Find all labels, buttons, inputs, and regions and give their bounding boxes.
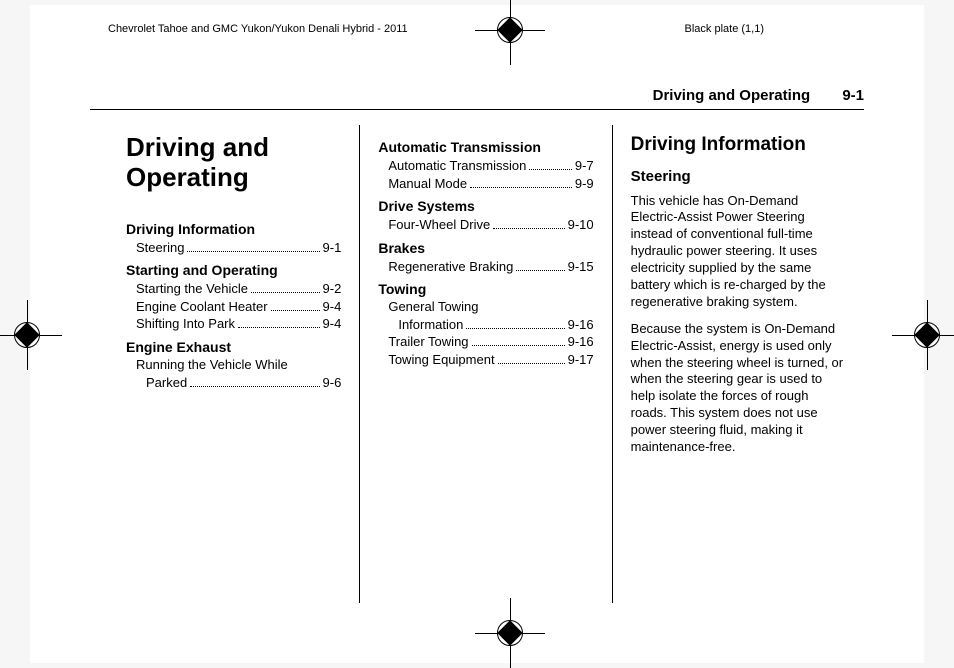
toc-entry-page: 9-6	[323, 375, 342, 392]
running-page: 9-1	[842, 87, 864, 104]
registration-mark-icon	[0, 300, 62, 370]
toc-entry-label: Engine Coolant Heater	[136, 299, 268, 316]
toc-entry: Automatic Transmission 9-7	[388, 158, 593, 175]
registration-mark-icon	[475, 598, 545, 668]
header-rule	[90, 109, 864, 110]
toc-entry: Four-Wheel Drive 9-10	[388, 217, 593, 234]
toc-entry-label: Starting the Vehicle	[136, 281, 248, 298]
toc-entry: Steering 9-1	[136, 240, 341, 257]
toc-entry: Parked 9-6	[146, 375, 341, 392]
toc-entry: Running the Vehicle While	[136, 357, 341, 374]
registration-mark-icon	[892, 300, 954, 370]
toc-entry-page: 9-4	[323, 299, 342, 316]
toc-entry-label: Information	[398, 317, 463, 334]
toc-entry: Regenerative Braking 9-15	[388, 259, 593, 276]
toc-entry-page: 9-4	[323, 316, 342, 333]
toc-entry-page: 9-17	[568, 352, 594, 369]
toc-entry: General Towing	[388, 299, 593, 316]
toc-entry-label: Automatic Transmission	[388, 158, 526, 175]
toc-entry-label: Towing Equipment	[388, 352, 494, 369]
subsection-heading: Steering	[631, 167, 846, 186]
toc-section-head: Engine Exhaust	[126, 339, 341, 357]
leader-dots	[470, 176, 572, 188]
sheet: Chevrolet Tahoe and GMC Yukon/Yukon Dena…	[30, 5, 924, 663]
leader-dots	[466, 317, 564, 329]
leader-dots	[271, 299, 320, 311]
toc-entry-label: Trailer Towing	[388, 334, 468, 351]
toc-entry-page: 9-10	[568, 217, 594, 234]
toc-entry-page: 9-15	[568, 259, 594, 276]
toc-entry-label: Parked	[146, 375, 187, 392]
toc-block: Driving InformationSteering 9-1 Starting a…	[126, 221, 341, 391]
toc-section-head: Brakes	[378, 240, 593, 258]
toc-entry-label: Regenerative Braking	[388, 259, 513, 276]
toc-entry-page: 9-1	[323, 240, 342, 257]
toc-entry: Engine Coolant Heater 9-4	[136, 299, 341, 316]
toc-block: Automatic TransmissionAutomatic Transmis…	[378, 139, 593, 369]
toc-entry: Manual Mode 9-9	[388, 176, 593, 193]
leader-dots	[190, 375, 319, 387]
toc-entry-label: Shifting Into Park	[136, 316, 235, 333]
toc-entry-page: 9-16	[568, 317, 594, 334]
header-left: Chevrolet Tahoe and GMC Yukon/Yukon Dena…	[108, 23, 408, 35]
toc-entry-page: 9-2	[323, 281, 342, 298]
body-paragraph: This vehicle has On-Demand Electric-Assi…	[631, 193, 846, 311]
leader-dots	[498, 352, 565, 364]
page: Chevrolet Tahoe and GMC Yukon/Yukon Dena…	[0, 0, 954, 668]
toc-entry-label: Steering	[136, 240, 184, 257]
toc-entry: Information 9-16	[398, 317, 593, 334]
column-3: Driving Information Steering This vehicl…	[612, 125, 864, 603]
column-2: Automatic TransmissionAutomatic Transmis…	[359, 125, 611, 603]
toc-entry-page: 9-7	[575, 158, 594, 175]
toc-section-head: Drive Systems	[378, 198, 593, 216]
header-right: Black plate (1,1)	[685, 23, 764, 35]
toc-entry-label: Manual Mode	[388, 176, 467, 193]
running-section: Driving and Operating	[653, 87, 811, 104]
section-heading: Driving Information	[631, 133, 846, 157]
toc-entry: Trailer Towing 9-16	[388, 334, 593, 351]
running-head: Driving and Operating 9-1	[653, 87, 864, 104]
leader-dots	[251, 282, 320, 294]
leader-dots	[529, 158, 572, 170]
print-header: Chevrolet Tahoe and GMC Yukon/Yukon Dena…	[30, 23, 924, 35]
leader-dots	[493, 217, 564, 229]
toc-entry-page: 9-9	[575, 176, 594, 193]
leader-dots	[516, 259, 564, 271]
leader-dots	[187, 240, 319, 252]
toc-section-head: Automatic Transmission	[378, 139, 593, 157]
toc-entry-label: Four-Wheel Drive	[388, 217, 490, 234]
content-columns: Driving and Operating Driving Informatio…	[108, 125, 864, 603]
toc-entry-page: 9-16	[568, 334, 594, 351]
leader-dots	[472, 335, 565, 347]
toc-section-head: Starting and Operating	[126, 262, 341, 280]
body-paragraph: Because the system is On-Demand Electric…	[631, 321, 846, 456]
toc-entry: Starting the Vehicle 9-2	[136, 281, 341, 298]
toc-section-head: Driving Information	[126, 221, 341, 239]
toc-entry: Towing Equipment 9-17	[388, 352, 593, 369]
column-1: Driving and Operating Driving Informatio…	[108, 125, 359, 603]
chapter-title: Driving and Operating	[126, 133, 341, 193]
leader-dots	[238, 317, 320, 329]
toc-entry: Shifting Into Park 9-4	[136, 316, 341, 333]
toc-section-head: Towing	[378, 281, 593, 299]
